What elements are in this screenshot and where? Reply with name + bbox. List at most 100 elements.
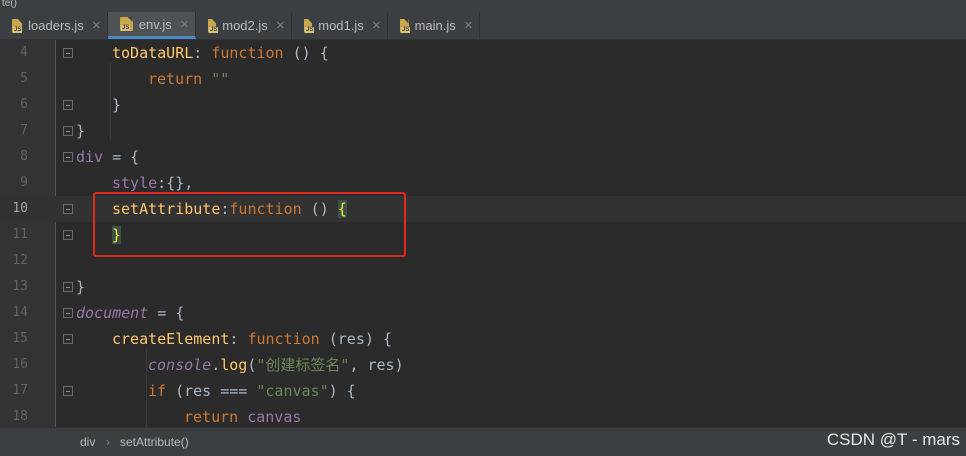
code-line[interactable]: 14 document = { (0, 300, 966, 326)
javascript-file-icon (400, 18, 410, 33)
code-token: (res) { (319, 330, 392, 348)
close-icon[interactable]: ✕ (92, 19, 101, 32)
code-text: return canvas (184, 404, 301, 427)
breadcrumb-separator: › (106, 435, 110, 449)
code-token: canvas (247, 408, 302, 426)
code-token: = { (148, 304, 185, 322)
code-text: setAttribute:function () { (112, 196, 347, 222)
breadcrumb-item-div[interactable]: div (80, 435, 95, 449)
code-line[interactable]: 4 toDataURL: function () { (0, 40, 966, 66)
code-line[interactable]: 16 console.log("创建标签名", res) (0, 352, 966, 378)
code-line[interactable]: 15 createElement: function (res) { (0, 326, 966, 352)
code-token: ) { (328, 382, 356, 400)
tab-main-js[interactable]: main.js ✕ (388, 12, 480, 39)
code-token: } (112, 226, 122, 244)
tab-label: loaders.js (28, 18, 84, 33)
fold-marker-icon[interactable] (63, 126, 73, 136)
code-token: : (229, 330, 248, 348)
code-token: () (301, 200, 338, 218)
code-token: "" (211, 70, 230, 88)
code-text: createElement: function (res) { (112, 326, 392, 352)
fold-marker-icon[interactable] (63, 282, 73, 292)
code-text: document = { (76, 300, 184, 326)
javascript-file-icon (304, 18, 315, 33)
code-line[interactable]: 10 setAttribute:function () { (0, 196, 966, 222)
code-text: if (res === "canvas") { (148, 378, 356, 404)
line-number: 11 (12, 227, 28, 242)
line-number: 15 (12, 331, 28, 346)
tab-mod1-js[interactable]: mod1.js ✕ (292, 12, 388, 39)
code-line[interactable]: 17 if (res === "canvas") { (0, 378, 966, 404)
code-token: . (211, 356, 221, 374)
line-number: 5 (20, 71, 28, 86)
code-token: { (337, 200, 347, 218)
code-token: "canvas" (256, 382, 329, 400)
fold-marker-icon[interactable] (63, 386, 73, 396)
code-line[interactable]: 6} (0, 92, 966, 118)
tab-label: main.js (414, 18, 456, 33)
fold-marker-icon[interactable] (63, 152, 73, 162)
code-token: function (229, 200, 302, 218)
window-title-fragment: te() (0, 0, 966, 12)
code-text: console.log("创建标签名", res) (148, 352, 404, 378)
tab-loaders-js[interactable]: loaders.js ✕ (0, 12, 108, 39)
code-text: return "" (148, 66, 229, 92)
code-text: } (76, 118, 85, 144)
code-token: } (76, 122, 86, 140)
breadcrumb-item-setattribute[interactable]: setAttribute() (120, 435, 189, 449)
javascript-file-icon (120, 17, 133, 31)
fold-marker-icon[interactable] (63, 100, 73, 110)
code-text: div = { (76, 144, 139, 170)
line-number: 18 (12, 409, 28, 424)
tab-mod2-js[interactable]: mod2.js ✕ (196, 12, 292, 39)
code-editor[interactable]: 4 toDataURL: function () {5 return "" 6} 7} 8… (0, 40, 966, 427)
code-line[interactable]: 18 return canvas (0, 404, 966, 427)
code-token: = { (103, 148, 140, 166)
code-token: return (184, 408, 239, 426)
tab-label: mod2.js (222, 18, 268, 33)
code-line[interactable]: 9 style:{}, (0, 170, 966, 196)
code-token: setAttribute (112, 200, 221, 218)
close-icon[interactable]: ✕ (464, 19, 473, 32)
javascript-file-icon (208, 18, 219, 33)
fold-marker-icon[interactable] (63, 204, 73, 214)
line-number: 9 (20, 175, 28, 190)
code-line[interactable]: 8 div = { (0, 144, 966, 170)
code-token: , res) (349, 356, 404, 374)
code-token: if (148, 382, 167, 400)
code-token: : (193, 44, 212, 62)
code-text: } (112, 222, 122, 248)
editor-tab-bar: loaders.js ✕ env.js ✕ mod2.js ✕ mod1.js … (0, 12, 966, 40)
code-token: createElement (112, 330, 230, 348)
close-icon[interactable]: ✕ (372, 19, 381, 32)
fold-marker-icon[interactable] (63, 334, 73, 344)
code-token: (res === (166, 382, 257, 400)
fold-marker-icon[interactable] (63, 48, 73, 58)
close-icon[interactable]: ✕ (276, 19, 285, 32)
code-line[interactable]: 13} (0, 274, 966, 300)
code-token: log (220, 356, 248, 374)
code-token: div (76, 148, 104, 166)
code-line[interactable]: 5 return "" (0, 66, 966, 92)
line-number: 13 (12, 279, 28, 294)
tab-env-js[interactable]: env.js ✕ (108, 12, 196, 39)
line-number: 14 (12, 305, 28, 320)
fold-marker-icon[interactable] (63, 230, 73, 240)
code-token: } (112, 96, 122, 114)
code-token: "创建标签名" (256, 356, 350, 374)
code-text: style:{}, (112, 170, 193, 196)
code-line[interactable]: 12 (0, 248, 966, 274)
line-number: 8 (20, 149, 28, 164)
code-token: () { (283, 44, 329, 62)
close-icon[interactable]: ✕ (180, 18, 189, 31)
line-number: 17 (12, 383, 28, 398)
fold-marker-icon[interactable] (63, 308, 73, 318)
code-token: function (211, 44, 284, 62)
javascript-file-icon (12, 18, 23, 33)
tab-label: mod1.js (318, 18, 364, 33)
code-token: :{}, (157, 174, 194, 192)
code-token: } (76, 278, 86, 296)
code-line[interactable]: 7} (0, 118, 966, 144)
code-line[interactable]: 11} (0, 222, 966, 248)
code-text: toDataURL: function () { (112, 40, 329, 66)
